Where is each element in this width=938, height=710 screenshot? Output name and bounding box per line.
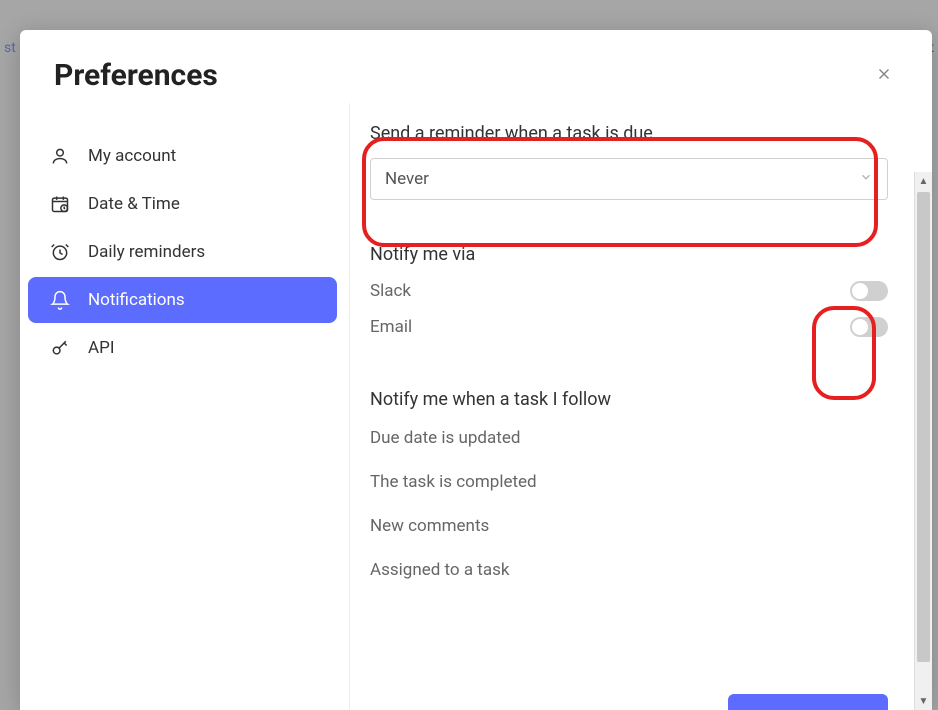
preferences-modal: Preferences My account Date & Time — [20, 30, 932, 710]
close-icon — [875, 65, 893, 87]
notify-channel-label: Slack — [370, 281, 411, 301]
sidebar-item-label: Notifications — [88, 290, 185, 310]
preferences-sidebar: My account Date & Time Daily reminders N… — [20, 103, 350, 710]
close-button[interactable] — [870, 62, 898, 90]
slack-toggle[interactable] — [850, 281, 888, 301]
modal-title: Preferences — [54, 58, 218, 93]
sidebar-item-label: My account — [88, 146, 176, 166]
primary-action-button[interactable] — [728, 694, 888, 710]
sidebar-item-label: Daily reminders — [88, 242, 205, 262]
sidebar-item-daily-reminders[interactable]: Daily reminders — [28, 229, 337, 275]
sidebar-item-label: Date & Time — [88, 194, 180, 214]
sidebar-item-notifications[interactable]: Notifications — [28, 277, 337, 323]
notify-channel-label: Email — [370, 317, 412, 337]
reminder-label: Send a reminder when a task is due — [370, 123, 888, 144]
alarm-icon — [50, 242, 70, 262]
sidebar-item-label: API — [88, 338, 114, 358]
notify-via-title: Notify me via — [370, 244, 888, 265]
scroll-up-arrow[interactable]: ▲ — [915, 172, 932, 190]
scrollbar-thumb[interactable] — [917, 192, 930, 662]
calendar-icon — [50, 194, 70, 214]
scrollbar[interactable]: ▲ ▼ — [914, 172, 932, 710]
sidebar-item-api[interactable]: API — [28, 325, 337, 371]
reminder-section: Send a reminder when a task is due Never — [370, 123, 888, 200]
sidebar-item-my-account[interactable]: My account — [28, 133, 337, 179]
reminder-value: Never — [385, 169, 429, 189]
notify-channel-slack: Slack — [370, 281, 888, 301]
user-icon — [50, 146, 70, 166]
follow-item: Assigned to a task — [370, 560, 888, 580]
follow-title: Notify me when a task I follow — [370, 389, 888, 410]
modal-header: Preferences — [20, 30, 932, 103]
email-toggle[interactable] — [850, 317, 888, 337]
follow-item: The task is completed — [370, 472, 888, 492]
chevron-down-icon — [859, 169, 873, 189]
key-icon — [50, 338, 70, 358]
notify-via-section: Notify me via Slack Email — [370, 244, 888, 337]
sidebar-item-date-time[interactable]: Date & Time — [28, 181, 337, 227]
reminder-select[interactable]: Never — [370, 158, 888, 200]
follow-item: New comments — [370, 516, 888, 536]
bell-icon — [50, 290, 70, 310]
preferences-content: Send a reminder when a task is due Never… — [350, 103, 932, 710]
follow-item: Due date is updated — [370, 428, 888, 448]
follow-section: Notify me when a task I follow Due date … — [370, 389, 888, 580]
notify-channel-email: Email — [370, 317, 888, 337]
scroll-down-arrow[interactable]: ▼ — [915, 692, 932, 710]
